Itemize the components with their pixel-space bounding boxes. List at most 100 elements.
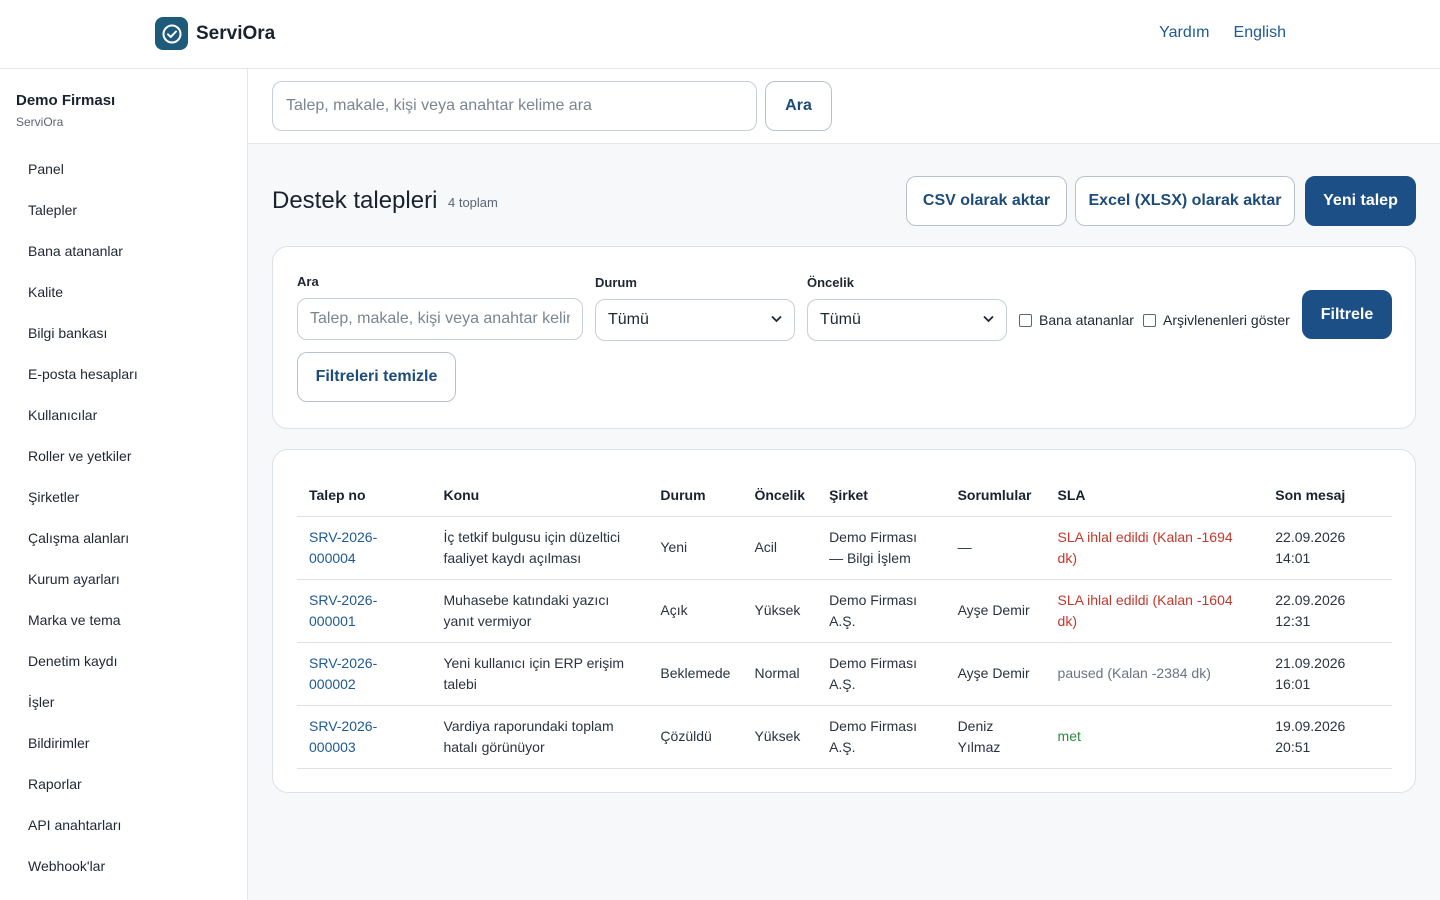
ticket-assignees: Deniz Yılmaz <box>945 705 1046 769</box>
column-header-company[interactable]: Şirket <box>817 475 946 517</box>
ticket-sla: SLA ihlal edildi (Kalan -1694 dk) <box>1045 516 1264 580</box>
sidebar-item-assigned-to-me[interactable]: Bana atananlar <box>0 231 248 272</box>
column-header-ticket-no[interactable]: Talep no <box>297 475 432 517</box>
checkbox-box[interactable] <box>1143 313 1156 327</box>
help-link[interactable]: Yardım <box>1159 24 1209 42</box>
chevron-down-icon <box>983 314 994 326</box>
org-name: Demo Firması <box>16 92 116 109</box>
ticket-last-message: 19.09.2026 20:51 <box>1263 705 1392 769</box>
page-title: Destek talepleri <box>272 187 438 214</box>
sidebar-item-roles[interactable]: Roller ve yetkiler <box>0 436 248 477</box>
status-select[interactable]: Tümü <box>595 299 795 341</box>
column-header-status[interactable]: Durum <box>648 475 743 517</box>
sidebar-item-notifications[interactable]: Bildirimler <box>0 723 248 764</box>
filter-search-label: Ara <box>297 274 319 289</box>
ticket-priority: Yüksek <box>742 579 818 643</box>
sidebar-item-tickets[interactable]: Talepler <box>0 190 248 231</box>
column-header-last-message[interactable]: Son mesaj <box>1263 475 1392 517</box>
table-row[interactable]: SRV-2026-000003 Vardiya raporundaki topl… <box>297 705 1392 769</box>
ticket-status: Açık <box>648 579 743 643</box>
filter-button[interactable]: Filtrele <box>1302 290 1392 339</box>
column-header-assignees[interactable]: Sorumlular <box>945 475 1046 517</box>
ticket-link[interactable]: SRV-2026-000004 <box>309 529 377 566</box>
table-row[interactable]: SRV-2026-000002 Yeni kullanıcı için ERP … <box>297 642 1392 706</box>
ticket-subject: Vardiya raporundaki toplam hatalı görünü… <box>431 705 649 769</box>
ticket-count: 4 toplam <box>448 195 498 210</box>
ticket-company: Demo Firması A.Ş. <box>817 642 946 706</box>
sidebar-item-panel[interactable]: Panel <box>0 149 248 190</box>
ticket-last-message: 21.09.2026 16:01 <box>1263 642 1392 706</box>
sidebar-item-brand-theme[interactable]: Marka ve tema <box>0 600 248 641</box>
priority-select-value: Tümü <box>820 311 861 328</box>
table-row[interactable]: SRV-2026-000001 Muhasebe katındaki yazıc… <box>297 579 1392 643</box>
priority-select[interactable]: Tümü <box>807 299 1007 341</box>
assigned-to-me-checkbox[interactable]: Bana atananlar <box>1019 312 1134 328</box>
global-search-bar: Ara <box>248 69 1440 144</box>
sidebar-item-workspaces[interactable]: Çalışma alanları <box>0 518 248 559</box>
filter-panel: Ara Durum Tümü Öncelik Tümü Bana atananl… <box>272 246 1416 429</box>
column-header-subject[interactable]: Konu <box>431 475 649 517</box>
column-header-sla[interactable]: SLA <box>1045 475 1264 517</box>
ticket-assignees: Ayşe Demir <box>945 642 1046 706</box>
org-subtitle: ServiOra <box>16 115 64 129</box>
tickets-table: Talep no Konu Durum Öncelik Şirket Sorum… <box>297 475 1392 769</box>
ticket-assignees: — <box>945 516 1046 580</box>
ticket-company: Demo Firması A.Ş. <box>817 579 946 643</box>
show-archived-label: Arşivlenenleri göster <box>1163 312 1290 328</box>
sidebar-item-quality[interactable]: Kalite <box>0 272 248 313</box>
check-circle-icon <box>155 17 188 50</box>
ticket-priority: Yüksek <box>742 705 818 769</box>
chevron-down-icon <box>771 314 782 326</box>
sidebar-item-knowledge-base[interactable]: Bilgi bankası <box>0 313 248 354</box>
brand-name: ServiOra <box>196 22 276 44</box>
table-row[interactable]: SRV-2026-000004 İç tetkif bulgusu için d… <box>297 516 1392 580</box>
export-xlsx-button[interactable]: Excel (XLSX) olarak aktar <box>1075 176 1295 226</box>
filter-search-input[interactable] <box>297 298 583 340</box>
ticket-link[interactable]: SRV-2026-000001 <box>309 592 377 629</box>
export-csv-button[interactable]: CSV olarak aktar <box>906 176 1067 226</box>
brand-logo[interactable]: ServiOra <box>155 17 275 50</box>
priority-label: Öncelik <box>807 275 854 290</box>
ticket-sla: paused (Kalan -2384 dk) <box>1045 642 1264 706</box>
status-select-value: Tümü <box>608 311 649 328</box>
sidebar-item-webhooks[interactable]: Webhook'lar <box>0 846 248 887</box>
sidebar-item-reports[interactable]: Raporlar <box>0 764 248 805</box>
column-header-priority[interactable]: Öncelik <box>742 475 818 517</box>
global-search-input[interactable] <box>272 81 757 131</box>
ticket-link[interactable]: SRV-2026-000002 <box>309 655 377 692</box>
sidebar-item-org-settings[interactable]: Kurum ayarları <box>0 559 248 600</box>
sidebar: Demo Firması ServiOra Panel Talepler Ban… <box>0 69 248 900</box>
sidebar-item-companies[interactable]: Şirketler <box>0 477 248 518</box>
show-archived-checkbox[interactable]: Arşivlenenleri göster <box>1143 312 1290 328</box>
ticket-sla: SLA ihlal edildi (Kalan -1604 dk) <box>1045 579 1264 643</box>
sidebar-nav: Panel Talepler Bana atananlar Kalite Bil… <box>0 149 248 887</box>
ticket-last-message: 22.09.2026 12:31 <box>1263 579 1392 643</box>
top-links: Yardım English <box>1159 24 1286 42</box>
ticket-assignees: Ayşe Demir <box>945 579 1046 643</box>
ticket-link[interactable]: SRV-2026-000003 <box>309 718 377 755</box>
assigned-to-me-label: Bana atananlar <box>1039 312 1134 328</box>
ticket-subject: İç tetkif bulgusu için düzeltici faaliye… <box>431 516 649 580</box>
language-link[interactable]: English <box>1234 24 1286 42</box>
sidebar-item-api-keys[interactable]: API anahtarları <box>0 805 248 846</box>
tickets-table-card: Talep no Konu Durum Öncelik Şirket Sorum… <box>272 449 1416 793</box>
ticket-last-message: 22.09.2026 14:01 <box>1263 516 1392 580</box>
sidebar-item-email-accounts[interactable]: E-posta hesapları <box>0 354 248 395</box>
ticket-status: Yeni <box>648 516 743 580</box>
global-search-button[interactable]: Ara <box>765 81 832 131</box>
clear-filters-button[interactable]: Filtreleri temizle <box>297 352 456 402</box>
ticket-subject: Muhasebe katındaki yazıcı yanıt vermiyor <box>431 579 649 643</box>
status-label: Durum <box>595 275 637 290</box>
sidebar-item-users[interactable]: Kullanıcılar <box>0 395 248 436</box>
checkbox-box[interactable] <box>1019 313 1032 327</box>
ticket-subject: Yeni kullanıcı için ERP erişim talebi <box>431 642 649 706</box>
ticket-sla: met <box>1045 705 1264 769</box>
sidebar-item-audit-log[interactable]: Denetim kaydı <box>0 641 248 682</box>
top-bar: ServiOra Yardım English <box>0 0 1440 69</box>
ticket-company: Demo Firması — Bilgi İşlem <box>817 516 946 580</box>
ticket-priority: Normal <box>742 642 818 706</box>
table-header-row: Talep no Konu Durum Öncelik Şirket Sorum… <box>297 475 1392 517</box>
new-ticket-button[interactable]: Yeni talep <box>1305 176 1416 226</box>
sidebar-item-jobs[interactable]: İşler <box>0 682 248 723</box>
ticket-company: Demo Firması A.Ş. <box>817 705 946 769</box>
